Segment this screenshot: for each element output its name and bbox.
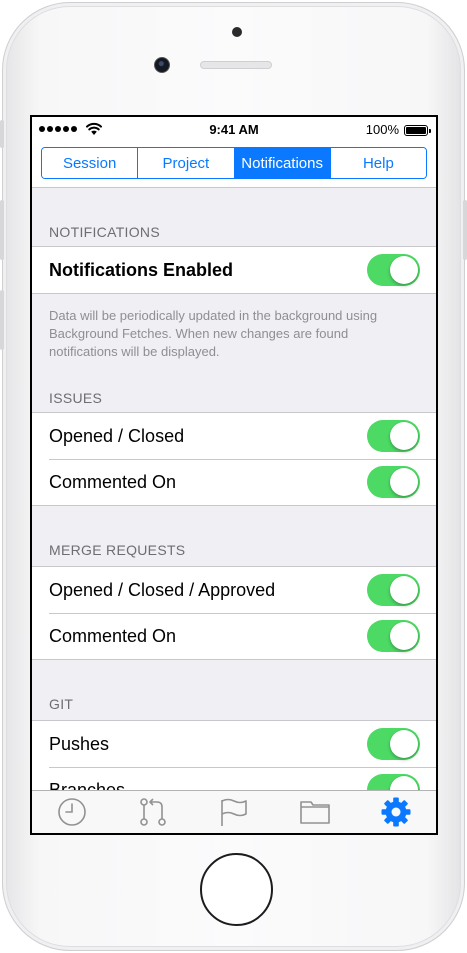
app-screen: 9:41 AM 100% Session Project Notificatio… [32, 117, 436, 833]
row-label: Opened / Closed [49, 425, 185, 446]
proximity-sensor [232, 27, 242, 37]
row-issues-commented: Commented On [32, 459, 436, 505]
segment-notifications[interactable]: Notifications [234, 148, 331, 178]
row-label: Pushes [49, 733, 110, 754]
settings-list[interactable]: NOTIFICATIONS Notifications Enabled Data… [32, 188, 436, 790]
row-label: Notifications Enabled [49, 259, 234, 280]
folder-icon [299, 801, 330, 824]
row-issues-opened-closed: Opened / Closed [32, 413, 436, 459]
tab-settings[interactable] [355, 791, 436, 833]
notifications-group: Notifications Enabled [32, 246, 436, 294]
tab-milestones[interactable] [194, 791, 275, 833]
row-mr-commented: Commented On [32, 613, 436, 659]
volume-up-button [0, 200, 4, 260]
row-label: Opened / Closed / Approved [49, 579, 276, 600]
tab-activity[interactable] [32, 791, 113, 833]
mute-switch [0, 120, 4, 148]
screen: 9:41 AM 100% Session Project Notificatio… [30, 115, 438, 835]
mr-commented-toggle[interactable] [367, 620, 420, 652]
section-header-issues: ISSUES [49, 390, 103, 406]
row-git-branches: Branches [32, 767, 436, 790]
git-branches-toggle[interactable] [367, 774, 420, 790]
merge-requests-group: Opened / Closed / Approved Commented On [32, 566, 436, 660]
notifications-enabled-toggle[interactable] [367, 254, 420, 286]
battery-percent: 100% [365, 122, 399, 137]
status-bar: 9:41 AM 100% [32, 117, 436, 143]
row-label: Branches [49, 779, 126, 791]
issues-opened-closed-toggle[interactable] [367, 420, 420, 452]
row-notifications-enabled: Notifications Enabled [32, 247, 436, 293]
tab-files[interactable] [274, 791, 355, 833]
segmented-header: Session Project Notifications Help [32, 143, 436, 188]
issues-group: Opened / Closed Commented On [32, 412, 436, 506]
section-header-notifications: NOTIFICATIONS [49, 224, 160, 240]
segment-project[interactable]: Project [138, 148, 235, 178]
tab-bar [32, 790, 436, 833]
tab-merge-requests[interactable] [113, 791, 194, 833]
mr-opened-closed-approved-toggle[interactable] [367, 574, 420, 606]
segment-help[interactable]: Help [330, 148, 426, 178]
segmented-control: Session Project Notifications Help [41, 147, 427, 179]
volume-down-button [0, 290, 4, 350]
clock-icon [58, 798, 87, 826]
git-group: Pushes Branches [32, 720, 436, 790]
battery-icon [404, 125, 431, 136]
gear-icon [381, 797, 411, 827]
earpiece [200, 61, 272, 69]
front-camera [154, 57, 170, 73]
git-pushes-toggle[interactable] [367, 728, 420, 760]
row-label: Commented On [49, 625, 177, 646]
row-mr-opened-closed-approved: Opened / Closed / Approved [32, 567, 436, 613]
power-button [463, 200, 467, 260]
notifications-footer: Data will be periodically updated in the… [49, 308, 378, 359]
row-label: Commented On [49, 471, 177, 492]
row-git-pushes: Pushes [32, 721, 436, 767]
issues-commented-toggle[interactable] [367, 466, 420, 498]
section-header-git: GIT [49, 696, 74, 712]
home-button[interactable] [200, 853, 273, 926]
merge-request-icon [140, 798, 166, 826]
section-header-merge-requests: MERGE REQUESTS [49, 542, 186, 558]
segment-session[interactable]: Session [42, 148, 139, 178]
flag-icon [221, 798, 247, 826]
